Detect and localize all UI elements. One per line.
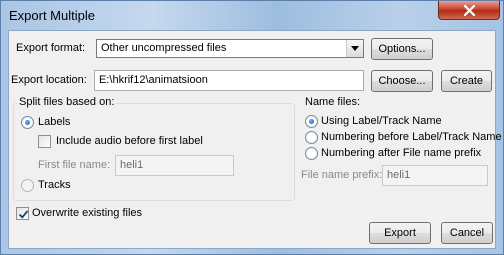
export-location-input[interactable]: E:\hkrif12\animatsioon	[94, 70, 364, 91]
export-multiple-dialog: Export Multiple Export format: Other unc…	[0, 0, 504, 255]
name-option-radio[interactable]	[305, 131, 318, 144]
export-location-value: E:\hkrif12\animatsioon	[99, 74, 208, 86]
first-file-name-value: heli1	[120, 159, 144, 171]
tracks-radio-label[interactable]: Tracks	[38, 179, 71, 191]
name-option-label[interactable]: Numbering after File name prefix	[321, 147, 481, 159]
name-option-radio[interactable]	[305, 147, 318, 160]
window-title: Export Multiple	[9, 8, 95, 23]
labels-radio-label[interactable]: Labels	[38, 116, 70, 128]
name-option-radio[interactable]	[305, 115, 318, 128]
export-format-select[interactable]: Other uncompressed files	[96, 39, 364, 58]
checkmark-icon	[18, 210, 29, 219]
chevron-down-icon[interactable]	[346, 40, 363, 57]
name-option-label[interactable]: Numbering before Label/Track Name	[321, 131, 502, 143]
include-audio-checkbox[interactable]	[38, 135, 51, 148]
file-name-prefix-input[interactable]: heli1	[382, 165, 488, 186]
options-button[interactable]: Options...	[371, 38, 433, 60]
file-name-prefix-label: File name prefix:	[301, 169, 383, 181]
name-files-title: Name files:	[303, 96, 363, 108]
labels-radio[interactable]	[21, 116, 34, 129]
export-format-value: Other uncompressed files	[101, 42, 227, 54]
export-location-label: Export location:	[11, 74, 87, 86]
export-format-label: Export format:	[16, 42, 86, 54]
cancel-button[interactable]: Cancel	[441, 222, 493, 244]
create-button[interactable]: Create	[441, 70, 492, 92]
split-files-title: Split files based on:	[17, 96, 117, 108]
tracks-radio[interactable]	[21, 179, 34, 192]
name-option-label[interactable]: Using Label/Track Name	[321, 115, 442, 127]
file-name-prefix-value: heli1	[387, 169, 411, 181]
title-bar[interactable]: Export Multiple	[1, 1, 503, 29]
dialog-body: Export format: Other uncompressed files …	[8, 30, 502, 249]
export-button[interactable]: Export	[369, 222, 431, 244]
first-file-name-label: First file name:	[38, 159, 111, 171]
choose-button[interactable]: Choose...	[371, 70, 433, 92]
overwrite-checkbox[interactable]	[16, 207, 29, 220]
close-icon	[463, 5, 476, 16]
first-file-name-input[interactable]: heli1	[115, 155, 234, 176]
close-button[interactable]	[438, 1, 500, 20]
include-audio-label[interactable]: Include audio before first label	[56, 135, 203, 147]
overwrite-label[interactable]: Overwrite existing files	[32, 207, 142, 219]
